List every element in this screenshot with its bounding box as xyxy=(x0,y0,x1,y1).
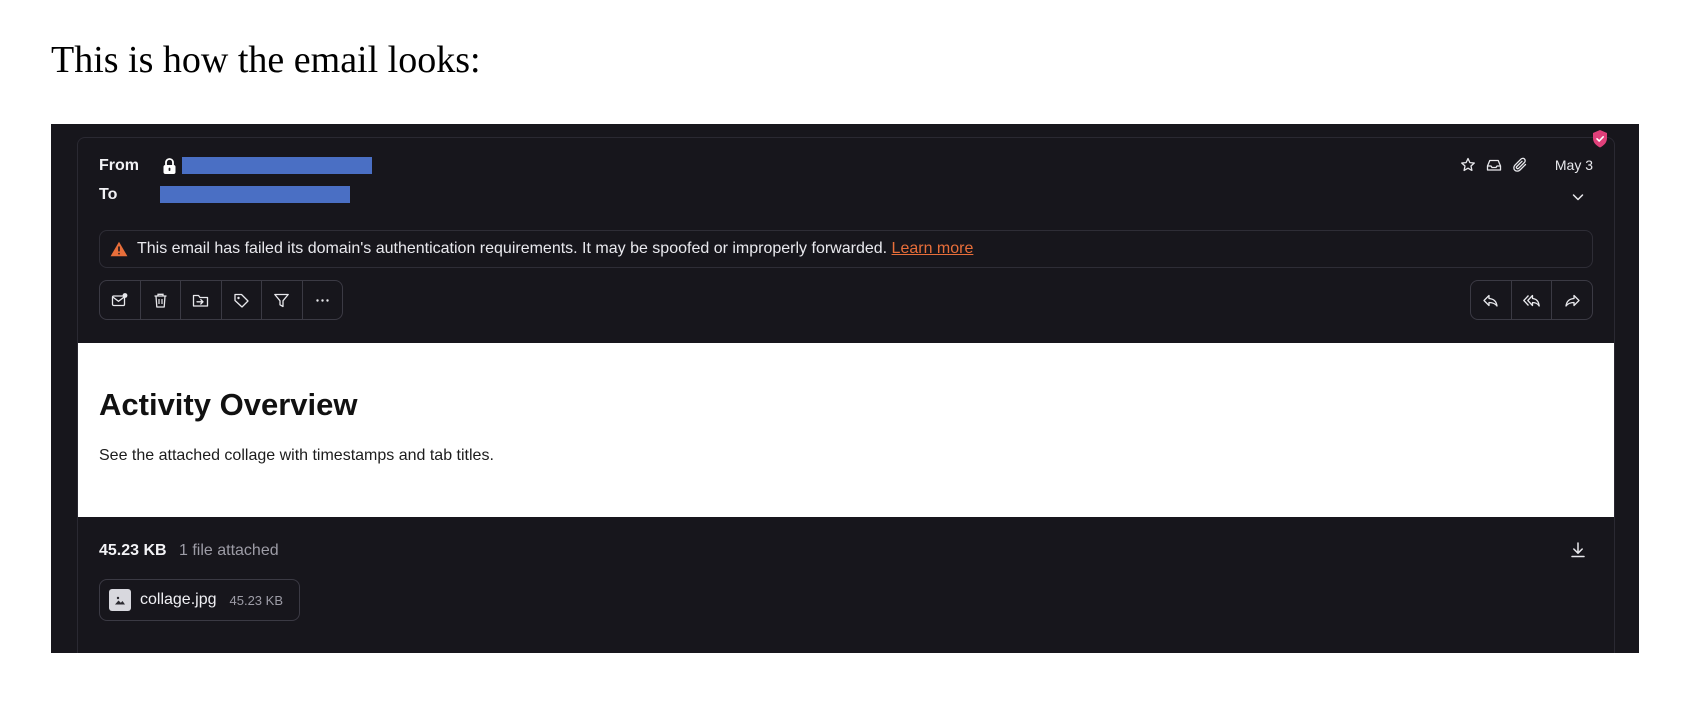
forward-button[interactable] xyxy=(1551,281,1592,319)
body-heading: Activity Overview xyxy=(99,387,358,422)
label-icon xyxy=(234,293,249,308)
recipient-redaction xyxy=(160,186,350,203)
reply-button[interactable] xyxy=(1471,281,1511,319)
auth-warning-banner: This email has failed its domain's authe… xyxy=(99,230,1593,268)
attachments-count: 1 file attached xyxy=(179,542,279,559)
message-actions-toolbar xyxy=(99,280,343,320)
email-body: Activity Overview See the attached colla… xyxy=(78,343,1614,517)
inbox-icon[interactable] xyxy=(1486,157,1502,173)
from-label: From xyxy=(99,157,139,174)
shield-icon xyxy=(1593,130,1607,148)
more-actions-button[interactable] xyxy=(301,281,343,319)
reply-toolbar xyxy=(1470,280,1593,320)
attachment-chip[interactable]: collage.jpg 45.23 KB xyxy=(99,579,300,621)
learn-more-link[interactable]: Learn more xyxy=(892,240,974,257)
attachment-size: 45.23 KB xyxy=(229,592,284,608)
reply-all-icon xyxy=(1523,294,1540,307)
warning-icon xyxy=(110,241,128,257)
lock-icon xyxy=(163,158,176,174)
mark-unread-button[interactable] xyxy=(100,281,140,319)
warning-message: This email has failed its domain's authe… xyxy=(137,240,888,257)
delete-button[interactable] xyxy=(139,281,181,319)
meta-icons xyxy=(1460,157,1528,173)
more-icon xyxy=(316,298,329,302)
trash-icon xyxy=(154,293,167,308)
reply-all-button[interactable] xyxy=(1510,281,1552,319)
attachment-name: collage.jpg xyxy=(140,591,217,608)
move-to-folder-icon xyxy=(193,294,209,307)
forward-icon xyxy=(1565,294,1580,307)
paperclip-icon[interactable] xyxy=(1512,157,1528,173)
attachments-total-size: 45.23 KB xyxy=(99,542,167,559)
reply-icon xyxy=(1483,294,1498,307)
to-label: To xyxy=(99,186,118,203)
sender-redaction xyxy=(182,157,372,174)
download-icon[interactable] xyxy=(1569,541,1587,559)
intro-text: This is how the email looks: xyxy=(51,39,481,81)
filter-icon xyxy=(274,293,290,307)
move-button[interactable] xyxy=(180,281,221,319)
image-file-icon xyxy=(109,589,131,611)
email-date: May 3 xyxy=(1554,157,1593,173)
body-text: See the attached collage with timestamps… xyxy=(99,447,494,464)
email-screenshot: From To May 3 This email has failed its … xyxy=(51,124,1639,653)
chevron-down-icon[interactable] xyxy=(1570,189,1586,205)
filter-button[interactable] xyxy=(261,281,302,319)
label-button[interactable] xyxy=(220,281,262,319)
star-icon[interactable] xyxy=(1460,157,1476,173)
mark-unread-icon xyxy=(112,292,128,306)
email-panel: From To May 3 This email has failed its … xyxy=(77,130,1615,653)
